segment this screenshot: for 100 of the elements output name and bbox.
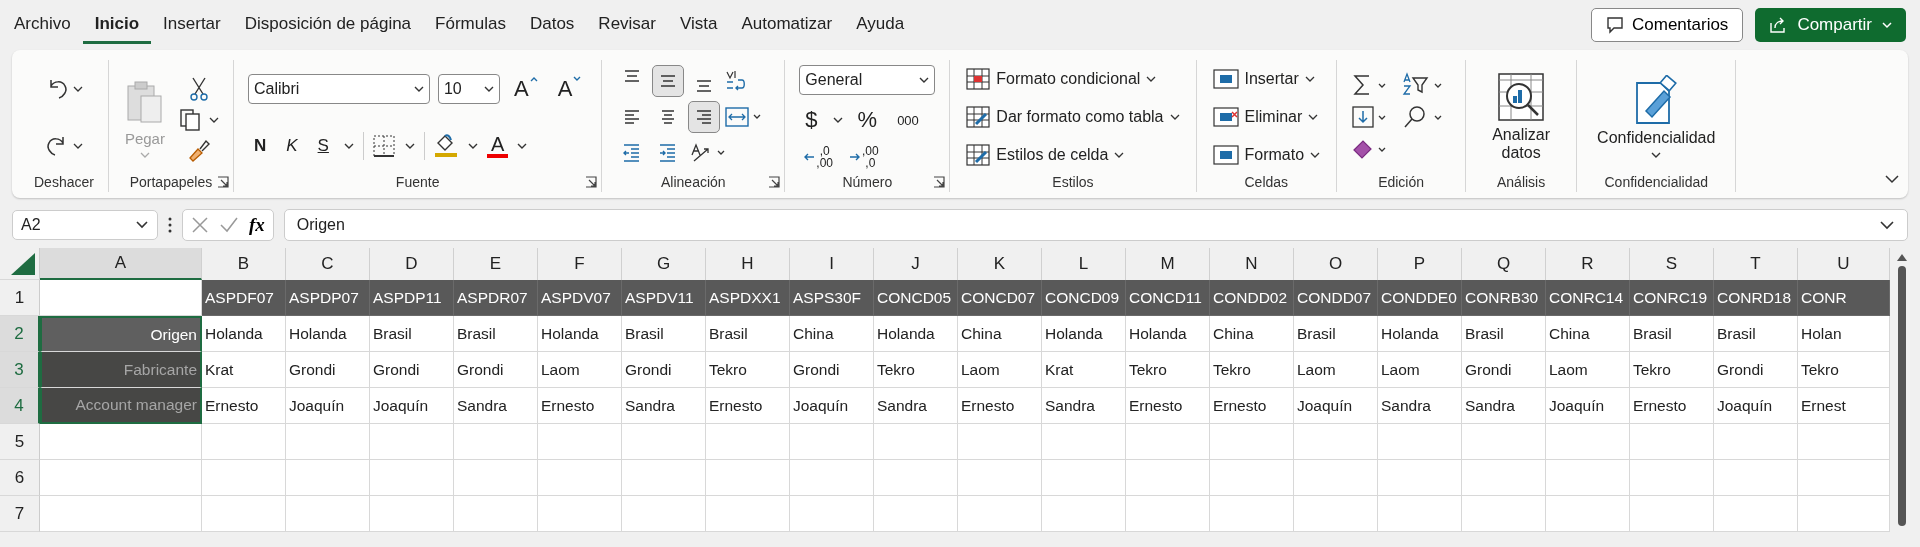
menu-tab[interactable]: Fórmulas [423, 6, 518, 44]
table-header-cell: CONCD05 [874, 280, 958, 316]
column-header[interactable]: D [370, 248, 454, 280]
scroll-up-arrow-icon[interactable] [1896, 252, 1908, 262]
dialog-launcher-icon[interactable] [216, 176, 229, 188]
row-header[interactable]: 2 [0, 316, 40, 352]
scrollbar-thumb[interactable] [1898, 266, 1906, 526]
shrink-font-button[interactable]: A [551, 74, 588, 104]
underline-button[interactable]: S [311, 134, 335, 158]
caret-icon[interactable] [342, 142, 355, 150]
column-header[interactable]: S [1630, 248, 1714, 280]
table-cell: China [958, 316, 1042, 352]
dialog-launcher-icon[interactable] [585, 176, 598, 188]
menu-tab[interactable]: Datos [517, 6, 587, 44]
column-header[interactable]: P [1378, 248, 1462, 280]
column-header[interactable]: B [202, 248, 286, 280]
column-header[interactable]: H [706, 248, 790, 280]
chevron-down-icon[interactable] [1884, 174, 1900, 184]
caret-icon[interactable] [72, 84, 83, 93]
borders-icon[interactable] [371, 134, 396, 158]
menu-tab[interactable]: Insertar [151, 6, 233, 44]
caret-icon[interactable] [831, 116, 844, 124]
column-header[interactable]: J [874, 248, 958, 280]
menu-tab[interactable]: Inicio [82, 6, 152, 44]
menu-tab[interactable]: Revisar [586, 6, 668, 44]
dialog-launcher-icon[interactable] [768, 176, 781, 188]
cells-menu-button[interactable]: Formato [1210, 142, 1323, 168]
caret-icon[interactable] [516, 142, 529, 150]
column-header[interactable]: G [622, 248, 706, 280]
menu-tab[interactable]: Archivo [2, 6, 83, 44]
column-header[interactable]: R [1546, 248, 1630, 280]
styles-menu-button[interactable]: Formato condicional [964, 66, 1182, 92]
table-cell: Grondi [286, 352, 370, 388]
font-name-dropdown[interactable]: Calibri [247, 74, 430, 104]
column-header[interactable]: C [286, 248, 370, 280]
clipboard-icon[interactable] [124, 79, 165, 126]
cancel-icon[interactable] [191, 216, 209, 234]
menu-tab[interactable]: Automatizar [729, 6, 845, 44]
italic-button[interactable]: K [280, 134, 304, 158]
column-header[interactable]: O [1294, 248, 1378, 280]
row-header[interactable]: 7 [0, 496, 40, 532]
table-cell: Laom [538, 352, 622, 388]
column-header[interactable]: L [1042, 248, 1126, 280]
column-header[interactable]: K [958, 248, 1042, 280]
column-header[interactable]: N [1210, 248, 1294, 280]
decrease-decimal-button[interactable]: ,00 ,0 [845, 145, 883, 169]
percent-button[interactable]: % [851, 105, 884, 135]
cells-menu-button[interactable]: Eliminar [1210, 104, 1323, 130]
table-cell: Joaquín [286, 388, 370, 424]
share-button[interactable]: Compartir [1755, 8, 1906, 42]
increase-decimal-button[interactable]: ,0 ,00 [799, 145, 837, 169]
menu-tab[interactable]: Vista [668, 6, 730, 44]
caret-icon[interactable] [403, 142, 416, 150]
row-header[interactable]: 5 [0, 424, 40, 460]
number-format-dropdown[interactable]: General [799, 65, 936, 95]
column-header[interactable]: A [40, 248, 202, 280]
column-header[interactable]: M [1126, 248, 1210, 280]
styles-menu-button[interactable]: Dar formato como tabla [964, 104, 1182, 130]
thousands-button[interactable]: 000 [891, 110, 925, 130]
caret-icon[interactable] [208, 116, 219, 124]
alignment-button[interactable] [688, 101, 721, 133]
checkmark-icon[interactable] [219, 216, 239, 234]
menu-tab[interactable]: Ayuda [844, 6, 917, 44]
column-header[interactable]: E [454, 248, 538, 280]
column-header[interactable]: T [1714, 248, 1798, 280]
scissors-icon[interactable] [188, 76, 209, 102]
column-header[interactable]: F [538, 248, 622, 280]
caret-icon[interactable] [72, 141, 83, 150]
table-cell: Laom [1294, 352, 1378, 388]
comments-button[interactable]: Comentarios [1591, 8, 1744, 42]
row-header[interactable]: 4 [0, 388, 40, 424]
alignment-button[interactable] [652, 65, 685, 97]
formula-input[interactable]: Origen [283, 209, 1908, 241]
caret-icon [1169, 113, 1180, 121]
column-header[interactable]: Q [1462, 248, 1546, 280]
name-box[interactable]: A2 [12, 210, 158, 240]
table-cell: Sandra [874, 388, 958, 424]
table-cell: Holanda [286, 316, 370, 352]
analyze-data-button[interactable]: Analizar datos [1480, 71, 1563, 163]
menu-tab[interactable]: Disposición de página [232, 6, 424, 44]
table-cell: Joaquín [1546, 388, 1630, 424]
column-header[interactable]: I [790, 248, 874, 280]
font-size-dropdown[interactable]: 10 [437, 74, 500, 104]
row-header[interactable]: 3 [0, 352, 40, 388]
paint-bucket-icon[interactable] [432, 133, 459, 159]
bold-button[interactable]: N [247, 134, 273, 158]
column-header[interactable]: U [1798, 248, 1890, 280]
sensitivity-button[interactable]: Confidencialidad [1591, 74, 1722, 160]
cells-menu-button[interactable]: Insertar [1210, 66, 1323, 92]
row-header[interactable]: 6 [0, 460, 40, 496]
currency-button[interactable]: $ [799, 105, 824, 135]
row-header[interactable]: 1 [0, 280, 40, 316]
caret-icon[interactable] [466, 142, 479, 150]
dialog-launcher-icon[interactable] [933, 176, 946, 188]
copy-icon[interactable] [178, 108, 201, 132]
insert-function-button[interactable]: fx [249, 214, 265, 236]
styles-menu-button[interactable]: Estilos de celda [964, 142, 1182, 168]
more-options-icon[interactable] [168, 217, 172, 233]
grow-font-button[interactable]: A [507, 74, 544, 104]
font-color-button[interactable]: A [486, 134, 509, 158]
